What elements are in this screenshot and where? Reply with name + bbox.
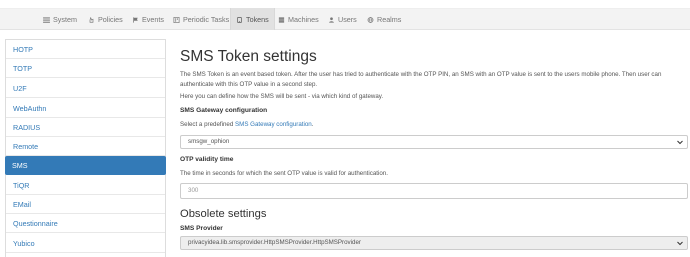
sidebar-item-totp[interactable]: TOTP bbox=[6, 59, 165, 78]
chevron-down-icon bbox=[677, 140, 683, 145]
sidebar-item-u2f[interactable]: U2F bbox=[6, 79, 165, 98]
token-type-sidebar: HOTP TOTP U2F WebAuthn RADIUS Remote SMS… bbox=[5, 39, 166, 257]
top-bar: System Policies Events Periodic Tasks To… bbox=[0, 0, 690, 36]
machines-icon bbox=[278, 17, 285, 23]
gateway-config-link[interactable]: SMS Gateway configuration bbox=[235, 121, 312, 128]
sms-provider-value: privacyidea.lib.smsprovider.HttpSMSProvi… bbox=[188, 239, 361, 246]
sidebar-item-radius[interactable]: RADIUS bbox=[6, 118, 165, 137]
sidebar-item-email[interactable]: EMail bbox=[6, 195, 165, 214]
nav-item-users[interactable]: Users bbox=[328, 9, 357, 30]
main-navigation: System Policies Events Periodic Tasks To… bbox=[0, 8, 690, 30]
events-icon bbox=[133, 17, 138, 23]
policies-icon bbox=[89, 17, 94, 23]
nav-item-realms[interactable]: Realms bbox=[367, 9, 401, 30]
nav-item-tokens[interactable]: Tokens bbox=[230, 8, 275, 30]
sidebar-item-questionnaire[interactable]: Questionnaire bbox=[6, 214, 165, 233]
nav-item-system[interactable]: System bbox=[43, 9, 77, 30]
validity-heading: OTP validity time bbox=[180, 156, 234, 163]
nav-label-users: Users bbox=[338, 15, 357, 24]
sidebar-item-sms[interactable]: SMS bbox=[5, 156, 166, 175]
gateway-intro-text: Here you can define how the SMS will be … bbox=[180, 93, 384, 100]
sidebar-item-yubico[interactable]: Yubico bbox=[6, 234, 165, 253]
sms-provider-label: SMS Provider bbox=[180, 225, 223, 232]
users-icon bbox=[329, 17, 334, 23]
gateway-select[interactable]: smsgw_ophion bbox=[180, 135, 688, 149]
sidebar-item-tiqr[interactable]: TiQR bbox=[6, 176, 165, 195]
validity-help-text: The time in seconds for which the sent O… bbox=[180, 170, 388, 177]
sidebar-item-remote[interactable]: Remote bbox=[6, 137, 165, 156]
tokens-icon bbox=[237, 17, 242, 23]
gateway-help-prefix: Select a predefined bbox=[180, 121, 236, 128]
sms-provider-select[interactable]: privacyidea.lib.smsprovider.HttpSMSProvi… bbox=[180, 236, 688, 250]
sidebar-item-hotp[interactable]: HOTP bbox=[6, 40, 165, 59]
nav-item-policies[interactable]: Policies bbox=[88, 9, 123, 30]
nav-label-system: System bbox=[53, 15, 77, 24]
gateway-heading: SMS Gateway configuration bbox=[180, 107, 268, 114]
validity-time-input[interactable]: 300 bbox=[180, 183, 688, 199]
nav-item-periodic-tasks[interactable]: Periodic Tasks bbox=[173, 9, 229, 30]
page-title: SMS Token settings bbox=[180, 48, 317, 65]
system-icon bbox=[43, 17, 50, 23]
nav-label-tokens: Tokens bbox=[246, 15, 269, 24]
nav-label-periodic-tasks: Periodic Tasks bbox=[183, 15, 230, 24]
nav-label-events: Events bbox=[142, 15, 164, 24]
gateway-help-suffix: . bbox=[311, 121, 314, 128]
token-description: The SMS Token is an event based token. A… bbox=[180, 71, 662, 88]
nav-label-policies: Policies bbox=[98, 15, 123, 24]
nav-item-events[interactable]: Events bbox=[132, 9, 164, 30]
realms-icon bbox=[367, 17, 374, 23]
chevron-down-icon bbox=[677, 241, 683, 246]
obsolete-settings-heading: Obsolete settings bbox=[180, 208, 267, 220]
nav-label-machines: Machines bbox=[288, 15, 319, 24]
gateway-help-text: Select a predefined SMS Gateway configur… bbox=[180, 120, 688, 130]
sidebar-item-webauthn[interactable]: WebAuthn bbox=[6, 99, 165, 118]
nav-label-realms: Realms bbox=[377, 15, 402, 24]
periodic-tasks-icon bbox=[173, 17, 180, 23]
gateway-select-value: smsgw_ophion bbox=[188, 138, 230, 145]
nav-item-machines[interactable]: Machines bbox=[278, 9, 319, 30]
